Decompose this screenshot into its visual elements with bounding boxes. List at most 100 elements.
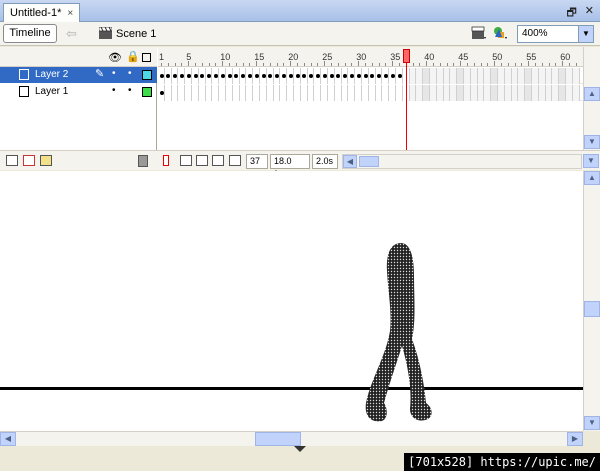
frame-rate-display[interactable]: 18.0 fps xyxy=(270,154,310,179)
frame-cell[interactable] xyxy=(355,85,362,101)
frame-cell[interactable] xyxy=(396,85,403,101)
onion-skin-icon[interactable] xyxy=(180,155,192,166)
frame-cell[interactable] xyxy=(368,85,376,101)
frame-cell[interactable] xyxy=(464,68,471,84)
trash-icon[interactable] xyxy=(138,155,148,167)
frame-cell[interactable] xyxy=(443,68,451,84)
frame-cell[interactable] xyxy=(192,85,199,101)
frame-cell[interactable] xyxy=(518,85,526,101)
keyframe-dot[interactable] xyxy=(356,74,361,78)
stage-canvas[interactable] xyxy=(0,171,583,431)
frame-cell[interactable] xyxy=(300,85,308,101)
scroll-up-button[interactable]: ▲ xyxy=(584,87,600,101)
frame-cell[interactable] xyxy=(219,85,226,101)
keyframe-dot[interactable] xyxy=(390,74,395,78)
keyframe-dot[interactable] xyxy=(213,74,218,78)
outline-toggle-icon[interactable] xyxy=(142,53,151,62)
frame-cell[interactable] xyxy=(239,85,247,101)
edit-symbols-icon[interactable] xyxy=(492,25,508,41)
frame-cell[interactable] xyxy=(423,85,430,101)
frame-cell[interactable] xyxy=(409,68,417,84)
layer-color-swatch[interactable] xyxy=(142,87,152,97)
walking-figure[interactable] xyxy=(365,243,432,422)
keyframe-dot[interactable] xyxy=(227,74,232,78)
frame-cell[interactable] xyxy=(545,85,553,101)
frame-cell[interactable] xyxy=(477,85,485,101)
frame-cell[interactable] xyxy=(409,85,417,101)
frame-cell[interactable] xyxy=(389,85,396,101)
insert-folder-icon[interactable] xyxy=(40,155,52,166)
frame-cell[interactable] xyxy=(498,85,505,101)
frame-cell[interactable] xyxy=(375,85,383,101)
onion-outline-icon[interactable] xyxy=(196,155,208,166)
frame-cell[interactable] xyxy=(314,85,322,101)
scroll-left-button[interactable]: ◀ xyxy=(343,155,357,168)
frame-cell[interactable] xyxy=(532,68,539,84)
document-tab[interactable]: Untitled-1* × xyxy=(3,3,81,22)
chevron-down-icon[interactable]: ▼ xyxy=(578,26,593,42)
frame-cell[interactable] xyxy=(545,68,553,84)
keyframe-dot[interactable] xyxy=(315,74,320,78)
frame-cell[interactable] xyxy=(341,85,349,101)
frame-cell[interactable] xyxy=(457,68,464,84)
keyframe-dot[interactable] xyxy=(159,91,164,95)
scroll-down-button[interactable]: ▼ xyxy=(584,416,600,430)
frame-cell[interactable] xyxy=(525,85,532,101)
frame-cell[interactable] xyxy=(266,85,274,101)
insert-layer-icon[interactable] xyxy=(6,155,18,166)
restore-icon[interactable]: 🗗 xyxy=(566,4,576,23)
stage[interactable] xyxy=(0,171,583,431)
frame-cell[interactable] xyxy=(464,85,471,101)
close-tab-icon[interactable]: × xyxy=(67,5,73,22)
frame-cell[interactable] xyxy=(436,85,444,101)
keyframe-dot[interactable] xyxy=(288,74,293,78)
stage-vertical-scrollbar[interactable]: ▲ ▼ xyxy=(583,171,600,431)
frame-cell[interactable] xyxy=(164,85,172,101)
frame-cell[interactable] xyxy=(307,85,315,101)
layer-row-layer-2[interactable]: Layer 2 ✎ • • xyxy=(0,67,157,83)
frame-cell[interactable] xyxy=(470,85,478,101)
frame-cell[interactable] xyxy=(226,85,233,101)
timeline-toggle-button[interactable]: Timeline xyxy=(3,24,57,43)
frame-cell[interactable] xyxy=(552,68,560,84)
edit-scene-icon[interactable] xyxy=(471,25,487,41)
scroll-thumb[interactable] xyxy=(255,432,301,446)
frame-cell[interactable] xyxy=(205,85,213,101)
lock-icon[interactable]: 🔒 xyxy=(126,50,140,63)
frame-cell[interactable] xyxy=(416,68,424,84)
frame-cell[interactable] xyxy=(273,85,281,101)
frame-cell[interactable] xyxy=(436,68,444,84)
playhead[interactable] xyxy=(402,47,410,150)
frame-cell[interactable] xyxy=(504,85,512,101)
frame-cell[interactable] xyxy=(511,85,519,101)
frame-cell[interactable] xyxy=(185,85,192,101)
frame-cell[interactable] xyxy=(246,85,254,101)
frame-cell[interactable] xyxy=(470,68,478,84)
frame-cell[interactable] xyxy=(491,85,498,101)
frame-cell[interactable] xyxy=(484,85,492,101)
scroll-right-button[interactable]: ▶ xyxy=(567,432,583,446)
frame-cell[interactable] xyxy=(178,85,186,101)
scroll-left-button[interactable]: ◀ xyxy=(0,432,16,446)
keyframe-dot[interactable] xyxy=(159,74,164,78)
collapse-panel-icon[interactable] xyxy=(294,446,306,452)
edit-multiple-frames-icon[interactable] xyxy=(212,155,224,166)
frame-cell[interactable] xyxy=(253,85,260,101)
stage-horizontal-scrollbar[interactable]: ◀ ▶ xyxy=(0,431,583,446)
frame-ruler[interactable]: 1 5 10 15 20 25 30 35 40 45 50 55 60 xyxy=(158,47,583,67)
keyframe-dot[interactable] xyxy=(193,74,198,78)
frame-cell[interactable] xyxy=(294,85,301,101)
frame-cell[interactable] xyxy=(232,85,240,101)
keyframe-dot[interactable] xyxy=(397,74,402,78)
frame-cell[interactable] xyxy=(566,68,573,84)
frame-cell[interactable] xyxy=(572,68,580,84)
center-frame-icon[interactable] xyxy=(163,155,169,166)
modify-onion-markers-icon[interactable] xyxy=(229,155,241,166)
scroll-thumb[interactable] xyxy=(359,156,379,167)
visibility-dot[interactable]: • xyxy=(112,85,116,96)
visibility-dot[interactable]: • xyxy=(112,68,116,79)
timeline-horizontal-scrollbar[interactable]: ◀ xyxy=(342,154,582,169)
scroll-up-button[interactable]: ▲ xyxy=(584,171,600,185)
frame-cell[interactable] xyxy=(382,85,390,101)
frame-cell[interactable] xyxy=(362,85,369,101)
